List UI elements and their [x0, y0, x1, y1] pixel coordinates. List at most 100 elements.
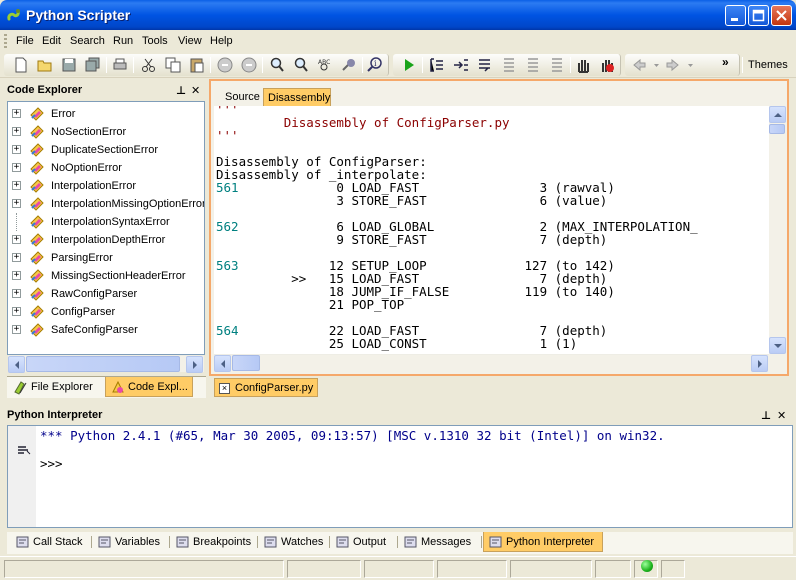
expand-icon[interactable]: + [12, 127, 21, 136]
tab-code-explorer[interactable]: Code Expl... [105, 377, 193, 397]
close-button[interactable] [771, 5, 792, 26]
tab-configparser-file[interactable]: × ConfigParser.py [214, 378, 318, 397]
interpreter-console[interactable]: *** Python 2.4.1 (#65, Mar 30 2005, 09:1… [7, 425, 793, 528]
menu-search[interactable]: Search [70, 35, 105, 47]
tree-item[interactable]: + ParsingError [8, 249, 204, 267]
tree-item[interactable]: + MissingSectionHeaderError [8, 267, 204, 285]
bytecode-instruction: 25 LOAD_CONST 1 (1) [238, 336, 578, 351]
tree-item[interactable]: + ConfigParser [8, 303, 204, 321]
expand-icon[interactable]: + [12, 181, 21, 190]
find-icon[interactable] [268, 56, 286, 74]
run-icon[interactable] [400, 56, 418, 74]
scroll-down-button[interactable] [769, 337, 786, 354]
code-scroll-left-button[interactable] [214, 355, 231, 372]
interpreter-pin-icon[interactable]: ⊥ [761, 409, 771, 422]
forward-icon[interactable] [664, 56, 682, 74]
tab-python-interpreter[interactable]: Python Interpreter [483, 532, 603, 552]
tree-item[interactable]: + InterpolationMissingOptionError [8, 195, 204, 213]
info-icon[interactable]: i [366, 56, 384, 74]
tab-output[interactable]: Output [331, 532, 397, 552]
disassembly-view[interactable]: ''' Disassembly of ConfigParser.py ''' Dis… [214, 106, 769, 354]
expand-icon[interactable]: + [12, 325, 21, 334]
tree-item[interactable]: InterpolationSyntaxError [8, 213, 204, 231]
toolbar-overflow[interactable]: » [722, 55, 729, 69]
tree-scroll-thumb[interactable] [26, 356, 180, 372]
tab-file-explorer[interactable]: File Explorer [9, 377, 105, 397]
expand-icon[interactable]: + [12, 163, 21, 172]
cut-icon[interactable] [140, 56, 158, 74]
tab-watches[interactable]: Watches [259, 532, 329, 552]
open-folder-icon[interactable] [36, 56, 54, 74]
tree-horizontal-scrollbar[interactable] [8, 355, 204, 373]
new-file-icon[interactable] [12, 56, 30, 74]
step-out-icon[interactable] [500, 56, 518, 74]
menu-grip[interactable] [4, 34, 7, 48]
expand-icon[interactable]: + [12, 235, 21, 244]
find-next-icon[interactable] [292, 56, 310, 74]
title-bar[interactable]: Python Scripter [0, 0, 796, 30]
redo-icon[interactable] [240, 56, 258, 74]
expand-icon[interactable]: + [12, 199, 21, 208]
menu-run[interactable]: Run [113, 35, 133, 47]
menu-file[interactable]: File [16, 35, 34, 47]
menu-help[interactable]: Help [210, 35, 233, 47]
scroll-right-button[interactable] [186, 356, 203, 373]
interpreter-close-icon[interactable]: ✕ [777, 409, 786, 422]
menu-tools[interactable]: Tools [142, 35, 168, 47]
step-over-icon[interactable] [476, 56, 494, 74]
undo-icon[interactable] [216, 56, 234, 74]
maximize-button[interactable] [748, 5, 769, 26]
code-horizontal-scrollbar[interactable] [214, 354, 769, 372]
menu-view[interactable]: View [178, 35, 202, 47]
code-completion-icon[interactable] [340, 56, 358, 74]
abort-icon[interactable] [548, 56, 566, 74]
print-icon[interactable] [111, 56, 129, 74]
tab-call-stack[interactable]: Call Stack [11, 532, 91, 552]
expand-icon[interactable]: + [12, 109, 21, 118]
forward-dropdown-icon[interactable] [684, 56, 702, 74]
code-explorer-tree[interactable]: + Error + NoSectionError + DuplicateSectionEr… [7, 101, 205, 355]
menu-edit[interactable]: Edit [42, 35, 61, 47]
themes-button[interactable]: Themes [748, 59, 788, 71]
expand-icon[interactable]: + [12, 145, 21, 154]
back-icon[interactable] [630, 56, 648, 74]
tab-disassembly[interactable]: Disassembly [263, 88, 331, 106]
code-scroll-right-button[interactable] [751, 355, 768, 372]
panel-close-icon[interactable]: ✕ [191, 84, 200, 97]
tree-item[interactable]: + SafeConfigParser [8, 321, 204, 339]
expand-icon[interactable]: + [12, 289, 21, 298]
tab-breakpoints[interactable]: Breakpoints [171, 532, 257, 552]
code-vertical-scrollbar[interactable] [769, 106, 786, 354]
code-hscroll-thumb[interactable] [232, 355, 260, 371]
step-into-icon[interactable] [452, 56, 470, 74]
tab-messages[interactable]: Messages [399, 532, 481, 552]
toggle-breakpoint-icon[interactable] [574, 56, 592, 74]
tree-item[interactable]: + NoOptionError [8, 159, 204, 177]
tree-item[interactable]: + NoSectionError [8, 123, 204, 141]
expand-icon[interactable]: + [12, 271, 21, 280]
debug-icon[interactable] [428, 56, 446, 74]
minimize-button[interactable] [725, 5, 746, 26]
tree-item[interactable]: + InterpolationError [8, 177, 204, 195]
copy-icon[interactable] [164, 56, 182, 74]
clear-breakpoints-icon[interactable] [598, 56, 616, 74]
pin-icon[interactable]: ⊥ [176, 84, 186, 97]
scroll-up-button[interactable] [769, 106, 786, 123]
tab-variables[interactable]: Variables [93, 532, 169, 552]
close-file-icon[interactable]: × [219, 383, 230, 394]
tree-item[interactable]: + InterpolationDepthError [8, 231, 204, 249]
replace-icon[interactable]: ABC [316, 56, 334, 74]
expand-icon[interactable]: + [12, 253, 21, 262]
save-icon[interactable] [60, 56, 78, 74]
code-scroll-thumb[interactable] [769, 124, 785, 134]
expand-icon[interactable]: + [12, 307, 21, 316]
tree-item[interactable]: + RawConfigParser [8, 285, 204, 303]
tab-source[interactable]: Source [219, 88, 263, 106]
paste-icon[interactable] [188, 56, 206, 74]
scroll-left-button[interactable] [8, 356, 25, 373]
run-to-cursor-icon[interactable] [524, 56, 542, 74]
tree-item[interactable]: + DuplicateSectionError [8, 141, 204, 159]
tree-item[interactable]: + Error [8, 105, 204, 123]
save-all-icon[interactable] [84, 56, 102, 74]
tree-item-label: NoOptionError [51, 162, 122, 174]
